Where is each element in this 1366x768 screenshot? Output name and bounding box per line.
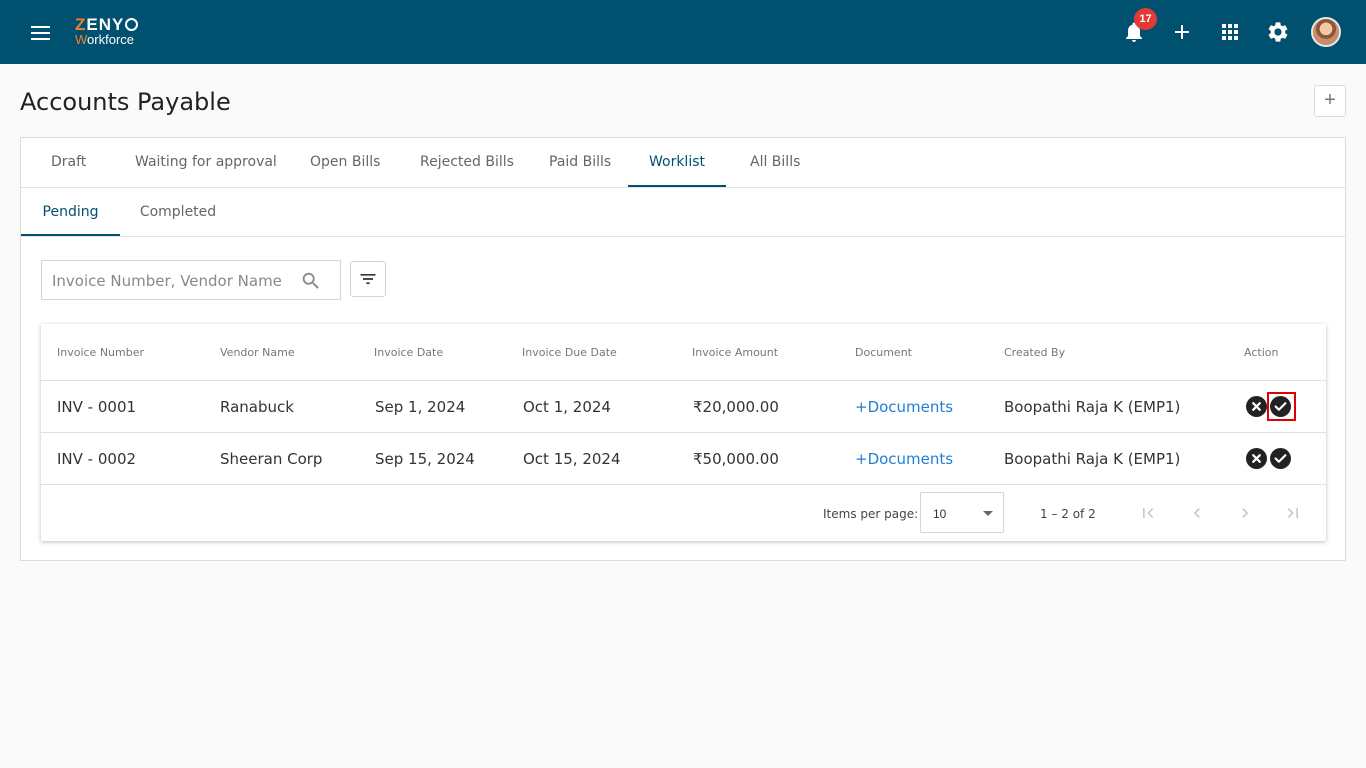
notification-badge: 17 [1134, 8, 1157, 30]
items-per-page-value: 10 [933, 507, 947, 521]
invoice-date-cell: Sep 15, 2024 [375, 450, 475, 468]
page-title: Accounts Payable [20, 88, 231, 116]
search-icon[interactable] [300, 270, 322, 292]
column-header-invoice-date[interactable]: Invoice Date [374, 324, 443, 380]
previous-page-icon[interactable] [1187, 503, 1207, 523]
last-page-icon[interactable] [1283, 503, 1303, 523]
gear-icon[interactable] [1266, 20, 1290, 44]
column-header-created-by[interactable]: Created By [1004, 324, 1065, 380]
worklist-table: Invoice Number Vendor Name Invoice Date … [41, 324, 1326, 541]
column-header-vendor-name[interactable]: Vendor Name [220, 324, 295, 380]
tab-worklist[interactable]: Worklist [628, 138, 726, 187]
column-header-document[interactable]: Document [855, 324, 912, 380]
invoice-number-cell: INV - 0002 [57, 450, 137, 468]
add-bill-button[interactable]: + [1314, 85, 1346, 117]
column-header-invoice-due-date[interactable]: Invoice Due Date [522, 324, 617, 380]
tab-waiting-for-approval[interactable]: Waiting for approval [135, 138, 277, 187]
apps-grid-icon[interactable] [1218, 20, 1242, 44]
column-header-action: Action [1244, 346, 1279, 359]
due-date-cell: Oct 15, 2024 [523, 450, 621, 468]
bills-card: Draft Waiting for approval Open Bills Re… [20, 137, 1346, 561]
items-per-page-label: Items per page: [823, 507, 919, 521]
paginator: Items per page: 10 1 – 2 of 2 [41, 484, 1326, 541]
first-page-icon[interactable] [1138, 503, 1158, 523]
vendor-name-cell: Sheeran Corp [220, 450, 323, 468]
app-logo[interactable]: ZENY Workforce [75, 16, 147, 49]
filter-button[interactable] [350, 261, 386, 297]
logo-mark-icon [125, 18, 139, 31]
reject-icon[interactable] [1246, 448, 1267, 469]
created-by-cell: Boopathi Raja K (EMP1) [1004, 398, 1181, 416]
logo-wordmark: ZENY [75, 16, 147, 33]
worklist-subtabs: Pending Completed [21, 188, 1345, 237]
subtab-completed[interactable]: Completed [127, 188, 229, 236]
search-field[interactable] [41, 260, 341, 300]
invoice-number-cell: INV - 0001 [57, 398, 137, 416]
filter-icon [360, 274, 376, 284]
subtab-pending[interactable]: Pending [21, 188, 120, 236]
top-app-bar: ZENY Workforce 17 [0, 0, 1366, 64]
search-input[interactable] [52, 270, 292, 292]
tab-draft[interactable]: Draft [51, 138, 86, 187]
amount-cell: ₹20,000.00 [693, 398, 779, 416]
logo-subtitle: Workforce [75, 32, 135, 47]
column-header-invoice-number[interactable]: Invoice Number [57, 324, 144, 380]
reject-icon[interactable] [1246, 396, 1267, 417]
table-row[interactable]: INV - 0002 Sheeran Corp Sep 15, 2024 Oct… [41, 432, 1326, 484]
items-per-page-select[interactable]: 10 [920, 492, 1004, 533]
documents-link[interactable]: +Documents [855, 381, 953, 433]
approve-icon[interactable] [1270, 448, 1291, 469]
menu-icon[interactable] [24, 20, 56, 44]
due-date-cell: Oct 1, 2024 [523, 398, 611, 416]
plus-icon[interactable] [1170, 20, 1194, 44]
table-row[interactable]: INV - 0001 Ranabuck Sep 1, 2024 Oct 1, 2… [41, 380, 1326, 432]
tab-rejected-bills[interactable]: Rejected Bills [420, 138, 514, 187]
documents-link[interactable]: +Documents [855, 433, 953, 485]
bill-status-tabs: Draft Waiting for approval Open Bills Re… [21, 138, 1345, 188]
tab-paid-bills[interactable]: Paid Bills [549, 138, 611, 187]
user-avatar[interactable] [1311, 17, 1341, 47]
next-page-icon[interactable] [1235, 503, 1255, 523]
dropdown-arrow-icon [983, 511, 993, 516]
tab-open-bills[interactable]: Open Bills [310, 138, 380, 187]
tab-all-bills[interactable]: All Bills [750, 138, 800, 187]
invoice-date-cell: Sep 1, 2024 [375, 398, 466, 416]
vendor-name-cell: Ranabuck [220, 398, 294, 416]
created-by-cell: Boopathi Raja K (EMP1) [1004, 450, 1181, 468]
column-header-invoice-amount[interactable]: Invoice Amount [692, 324, 778, 380]
approve-icon[interactable] [1270, 396, 1291, 417]
page-range-label: 1 – 2 of 2 [1040, 507, 1096, 521]
amount-cell: ₹50,000.00 [693, 450, 779, 468]
